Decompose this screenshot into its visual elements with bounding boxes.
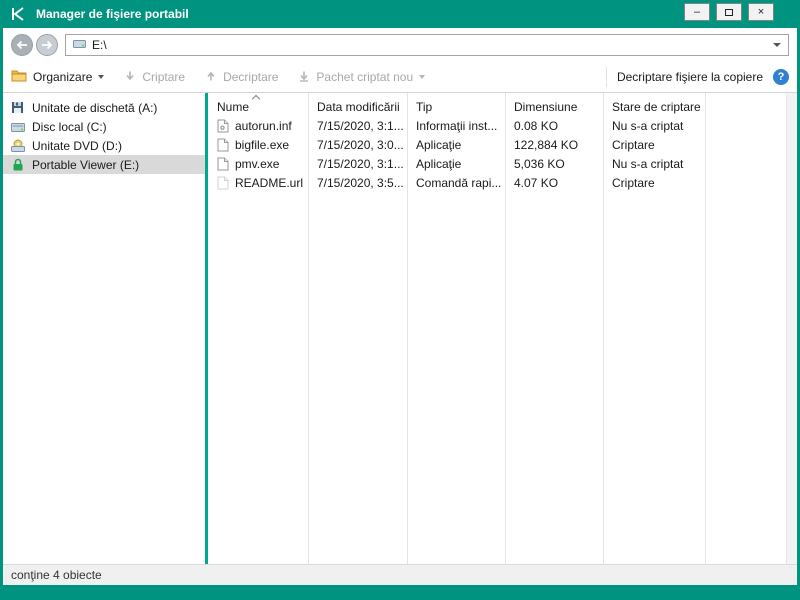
file-status: Criptare	[612, 137, 655, 152]
column-header-date[interactable]: Data modificării	[308, 93, 407, 116]
file-size: 122,884 KO	[514, 137, 579, 152]
file-size: 4.07 KO	[514, 175, 559, 190]
file-status: Nu s-a criptat	[612, 156, 684, 171]
address-bar[interactable]: E:\	[65, 34, 789, 56]
window-controls: – ×	[684, 3, 774, 21]
encrypted-drive-lock-icon	[10, 158, 25, 171]
back-button[interactable]	[11, 34, 33, 56]
decrypt-on-copy-link[interactable]: Decriptare fişiere la copiere	[617, 70, 763, 84]
address-dropdown-icon[interactable]	[773, 43, 781, 47]
column-divider[interactable]	[603, 93, 604, 564]
new-encrypted-package-icon	[298, 70, 310, 85]
file-row-readme-url[interactable]: README.url 7/15/2020, 3:5... Comandă rap…	[208, 173, 797, 192]
close-button[interactable]: ×	[748, 3, 774, 21]
status-text: conţine 4 obiecte	[11, 568, 102, 582]
maximize-button[interactable]	[716, 3, 742, 21]
help-icon[interactable]: ?	[773, 69, 789, 85]
folder-icon	[11, 69, 27, 85]
sidebar-item-dvd-d[interactable]: Unitate DVD (D:)	[3, 136, 205, 155]
column-header-status[interactable]: Stare de criptare	[603, 93, 705, 116]
forward-arrow-icon	[42, 40, 53, 50]
column-header-size[interactable]: Dimensiune	[505, 93, 603, 116]
address-drive-icon	[73, 38, 86, 52]
floppy-drive-icon	[10, 101, 25, 114]
decrypt-button[interactable]: Decriptare	[205, 70, 278, 85]
kaspersky-logo-icon	[10, 6, 26, 22]
file-size: 0.08 KO	[514, 118, 559, 133]
status-bar: conţine 4 obiecte	[3, 564, 797, 585]
titlebar: Manager de fişiere portabil – ×	[0, 0, 800, 28]
file-status: Criptare	[612, 175, 655, 190]
file-date: 7/15/2020, 3:1...	[317, 118, 404, 133]
file-type: Informaţii inst...	[416, 118, 498, 133]
file-name: pmv.exe	[235, 156, 280, 171]
file-date: 7/15/2020, 3:5...	[317, 175, 404, 190]
new-encrypted-package-dropdown-icon	[419, 75, 426, 79]
file-name: bigfile.exe	[235, 137, 290, 152]
sidebar-item-portable-viewer-e[interactable]: Portable Viewer (E:)	[3, 155, 205, 174]
sidebar-item-label: Unitate DVD (D:)	[32, 138, 123, 153]
toolbar-separator	[605, 67, 607, 87]
portable-file-manager-window: Manager de fişiere portabil – × E:\ Orga…	[0, 0, 800, 600]
sidebar-item-floppy-a[interactable]: Unitate de dischetă (A:)	[3, 98, 205, 117]
column-header-type[interactable]: Tip	[407, 93, 505, 116]
window-title: Manager de fişiere portabil	[36, 7, 189, 21]
file-name: autorun.inf	[235, 118, 292, 133]
file-row-bigfile-exe[interactable]: bigfile.exe 7/15/2020, 3:0... Aplicaţie …	[208, 135, 797, 154]
file-date: 7/15/2020, 3:0...	[317, 137, 404, 152]
decrypt-arrow-icon	[205, 70, 217, 85]
url-file-icon	[217, 176, 229, 190]
sidebar-item-local-disk-c[interactable]: Disc local (C:)	[3, 117, 205, 136]
window-frame-bottom	[0, 585, 800, 600]
file-type: Aplicaţie	[416, 156, 462, 171]
new-encrypted-package-button[interactable]: Pachet criptat nou	[298, 70, 426, 85]
file-type: Aplicaţie	[416, 137, 462, 152]
inf-file-icon	[217, 119, 229, 133]
new-encrypted-package-label: Pachet criptat nou	[316, 70, 414, 84]
encrypt-button[interactable]: Criptare	[124, 70, 185, 85]
drive-tree: Unitate de dischetă (A:) Disc local (C:)…	[3, 93, 205, 564]
file-type: Comandă rapi...	[416, 175, 502, 190]
maximize-icon	[725, 8, 733, 16]
file-size: 5,036 KO	[514, 156, 565, 171]
file-date: 7/15/2020, 3:1...	[317, 156, 404, 171]
file-name: README.url	[235, 175, 304, 190]
exe-file-icon	[217, 138, 229, 152]
sidebar-item-label: Portable Viewer (E:)	[32, 157, 140, 172]
vertical-scrollbar[interactable]	[786, 93, 797, 564]
file-row-pmv-exe[interactable]: pmv.exe 7/15/2020, 3:1... Aplicaţie 5,03…	[208, 154, 797, 173]
file-status: Nu s-a criptat	[612, 118, 684, 133]
organize-button[interactable]: Organizare	[11, 69, 105, 85]
forward-button[interactable]	[36, 34, 58, 56]
address-path: E:\	[92, 38, 107, 52]
navigation-bar: E:\	[3, 28, 797, 62]
exe-file-icon	[217, 157, 229, 171]
column-divider[interactable]	[705, 93, 706, 564]
toolbar: Organizare Criptare Decriptare Pachet cr…	[3, 62, 797, 93]
organize-label: Organizare	[33, 70, 93, 84]
dvd-drive-icon	[10, 139, 25, 152]
toolbar-right-group: Decriptare fişiere la copiere ?	[605, 67, 789, 87]
encrypt-arrow-icon	[124, 70, 136, 85]
organize-dropdown-icon	[98, 75, 105, 79]
file-row-autorun-inf[interactable]: autorun.inf 7/15/2020, 3:1... Informaţii…	[208, 116, 797, 135]
sidebar-item-label: Disc local (C:)	[32, 119, 107, 134]
content-area: Unitate de dischetă (A:) Disc local (C:)…	[3, 93, 797, 564]
list-header: Nume Data modificării Tip Dimensiune Sta…	[208, 93, 797, 116]
file-list: Nume Data modificării Tip Dimensiune Sta…	[208, 93, 797, 564]
sidebar-item-label: Unitate de dischetă (A:)	[32, 100, 158, 115]
hard-drive-icon	[10, 121, 25, 133]
column-divider[interactable]	[505, 93, 506, 564]
column-divider[interactable]	[407, 93, 408, 564]
minimize-button[interactable]: –	[684, 3, 710, 21]
decrypt-label: Decriptare	[223, 70, 279, 84]
column-divider[interactable]	[308, 93, 309, 564]
back-arrow-icon	[16, 40, 27, 50]
encrypt-label: Criptare	[142, 70, 186, 84]
